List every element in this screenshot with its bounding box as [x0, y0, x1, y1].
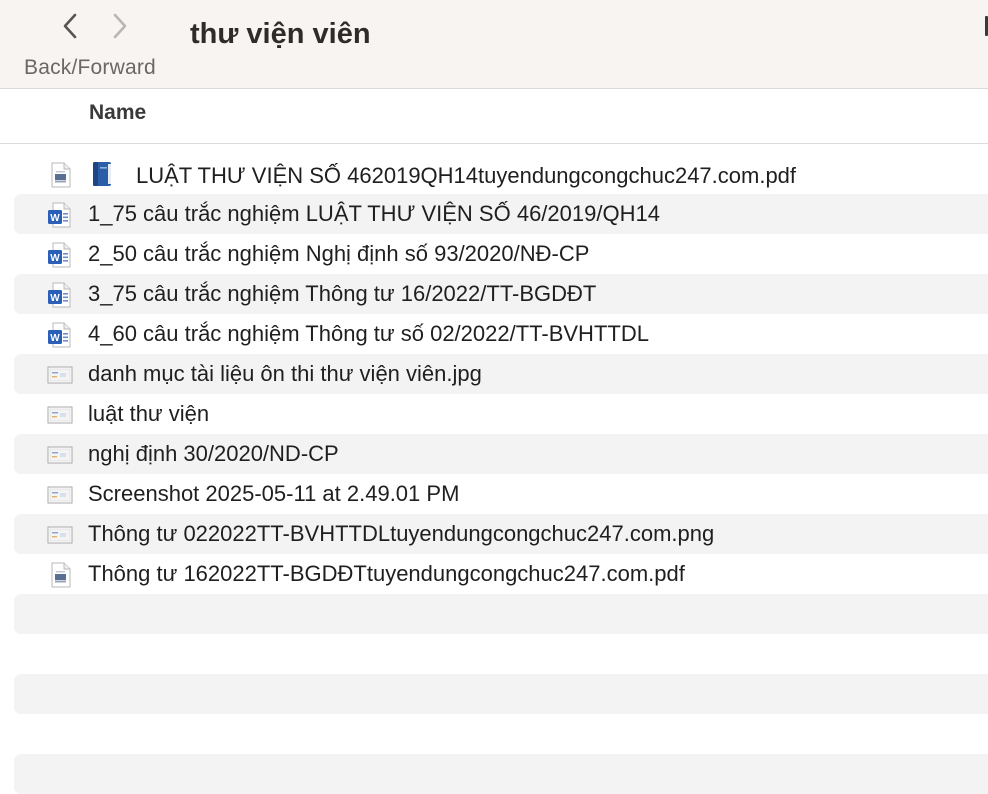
window-title: thư viện viên	[190, 18, 371, 50]
file-row[interactable]: W 3_75 câu trắc nghiệm Thông tư 16/2022/…	[14, 274, 988, 314]
image-file-icon	[46, 361, 74, 389]
file-name: 2_50 câu trắc nghiệm Nghị định số 93/202…	[88, 241, 590, 266]
file-name: luật thư viện	[88, 401, 210, 426]
image-file-icon	[46, 441, 74, 469]
empty-row	[14, 634, 988, 674]
file-row[interactable]: Thông tư 162022TT-BGDĐTtuyendungcongchuc…	[14, 554, 988, 594]
pdf-file-icon	[46, 561, 74, 589]
image-file-icon	[46, 521, 74, 549]
empty-row	[14, 714, 988, 754]
file-row[interactable]: nghị định 30/2020/ND-CP	[14, 434, 988, 474]
word-doc-icon: W	[46, 281, 74, 309]
chevron-left-icon	[63, 13, 77, 39]
pdf-file-icon	[46, 161, 74, 189]
file-name: 1_75 câu trắc nghiệm LUẬT THƯ VIỆN SỐ 46…	[88, 201, 660, 226]
file-name: danh mục tài liệu ôn thi thư viện viên.j…	[88, 361, 482, 386]
file-name: Thông tư 162022TT-BGDĐTtuyendungcongchuc…	[88, 561, 685, 586]
back-forward-caption: Back/Forward	[24, 56, 156, 79]
file-name-text: LUẬT THƯ VIỆN SỐ 462019QH14tuyendungcong…	[136, 163, 797, 188]
file-row[interactable]: W 2_50 câu trắc nghiệm Nghị định số 93/2…	[14, 234, 988, 274]
svg-text:W: W	[50, 333, 60, 344]
file-row[interactable]: danh mục tài liệu ôn thi thư viện viên.j…	[14, 354, 988, 394]
file-name: Thông tư 022022TT-BVHTTDLtuyendungcongch…	[88, 521, 715, 546]
forward-button[interactable]	[102, 8, 138, 44]
image-file-icon	[46, 481, 74, 509]
file-row[interactable]: Screenshot 2025-05-11 at 2.49.01 PM	[14, 474, 988, 514]
file-name: LUẬT THƯ VIỆN SỐ 462019QH14tuyendungcong…	[88, 161, 796, 189]
word-doc-icon: W	[46, 241, 74, 269]
blue-book-icon	[93, 162, 111, 186]
toolbar: Back/Forward thư viện viên	[0, 0, 988, 89]
file-row[interactable]: Thông tư 022022TT-BVHTTDLtuyendungcongch…	[14, 514, 988, 554]
word-doc-icon: W	[46, 201, 74, 229]
svg-text:W: W	[50, 253, 60, 264]
empty-row	[14, 674, 988, 714]
svg-text:W: W	[50, 293, 60, 304]
column-header-bar: Name	[0, 89, 988, 144]
back-button[interactable]	[52, 8, 88, 44]
file-name: 3_75 câu trắc nghiệm Thông tư 16/2022/TT…	[88, 281, 597, 306]
image-file-icon	[46, 401, 74, 429]
chevron-right-icon	[113, 13, 127, 39]
file-name: 4_60 câu trắc nghiệm Thông tư số 02/2022…	[88, 321, 649, 346]
svg-text:W: W	[50, 213, 60, 224]
column-header-name[interactable]: Name	[89, 101, 146, 125]
file-row[interactable]: LUẬT THƯ VIỆN SỐ 462019QH14tuyendungcong…	[14, 154, 988, 194]
file-name: Screenshot 2025-05-11 at 2.49.01 PM	[88, 481, 460, 506]
file-list: LUẬT THƯ VIỆN SỐ 462019QH14tuyendungcong…	[14, 154, 988, 794]
file-name: nghị định 30/2020/ND-CP	[88, 441, 339, 466]
file-row[interactable]: W 4_60 câu trắc nghiệm Thông tư số 02/20…	[14, 314, 988, 354]
empty-row	[14, 594, 988, 634]
word-doc-icon: W	[46, 321, 74, 349]
empty-row	[14, 754, 988, 794]
file-row[interactable]: luật thư viện	[14, 394, 988, 434]
file-row[interactable]: W 1_75 câu trắc nghiệm LUẬT THƯ VIỆN SỐ …	[14, 194, 988, 234]
